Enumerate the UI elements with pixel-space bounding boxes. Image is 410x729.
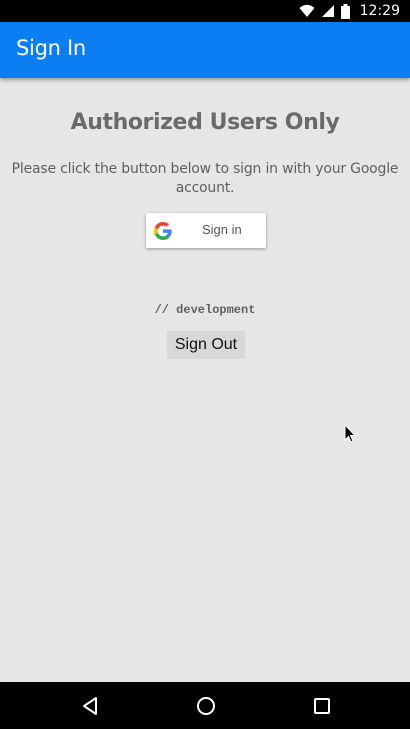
sign-out-button[interactable]: Sign Out — [167, 331, 245, 359]
google-sign-in-button[interactable]: Sign in — [146, 213, 266, 248]
signal-icon — [321, 5, 334, 17]
status-icons: 12:29 — [299, 0, 400, 22]
page-title: Sign In — [16, 36, 86, 60]
home-icon[interactable] — [194, 694, 218, 718]
battery-icon — [340, 3, 350, 19]
recents-icon[interactable] — [310, 694, 334, 718]
mouse-pointer-icon — [344, 424, 356, 443]
app-bar: Sign In — [0, 22, 410, 78]
wifi-icon — [299, 4, 315, 17]
google-logo-icon — [154, 222, 172, 240]
navigation-bar — [0, 682, 410, 729]
status-time: 12:29 — [359, 3, 400, 19]
description-text: Please click the button below to sign in… — [11, 161, 399, 196]
status-bar: 12:29 — [0, 0, 410, 22]
dev-comment: // development — [154, 303, 256, 317]
back-icon[interactable] — [78, 694, 102, 718]
google-sign-in-label: Sign in — [202, 222, 242, 237]
heading: Authorized Users Only — [70, 110, 340, 135]
